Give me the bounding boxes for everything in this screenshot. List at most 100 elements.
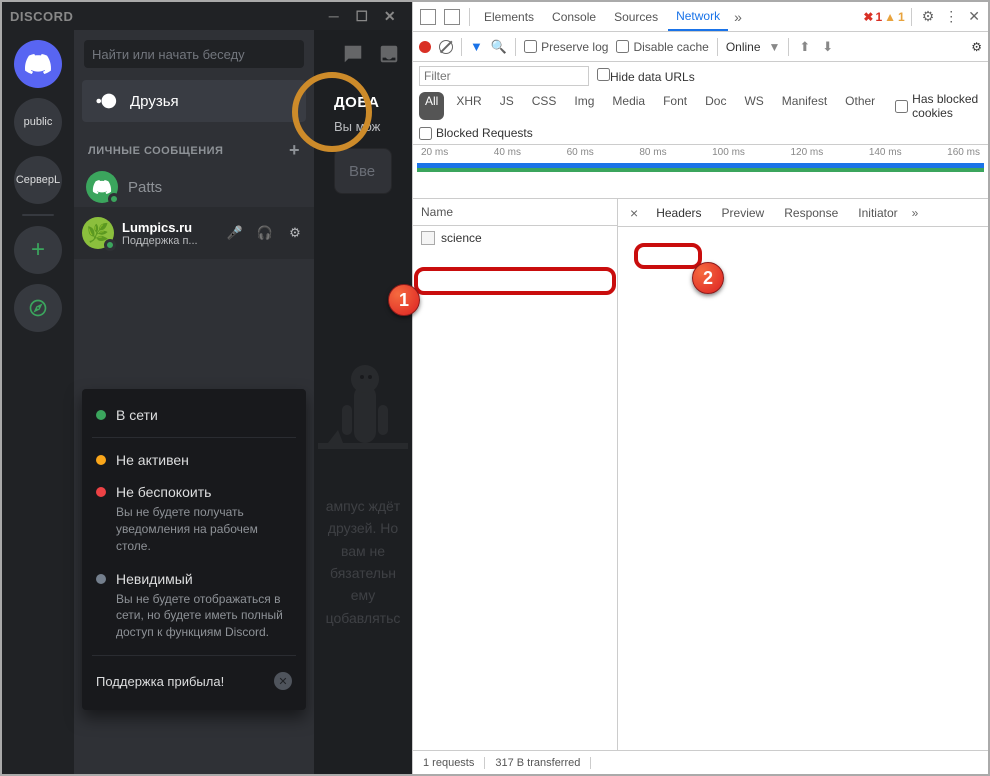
explore-button[interactable] bbox=[14, 284, 62, 332]
status-idle[interactable]: Не активен bbox=[82, 444, 306, 476]
app-title: DISCORD bbox=[10, 9, 73, 24]
detail-tabs: × Headers Preview Response Initiator » bbox=[618, 199, 988, 227]
filter-all[interactable]: All bbox=[419, 92, 444, 120]
footer-requests: 1 requests bbox=[413, 757, 485, 769]
discord-app: DISCORD ─ ☐ ✕ public СерверL + Найти или… bbox=[2, 2, 412, 774]
friends-icon bbox=[96, 90, 118, 112]
error-badge[interactable]: ✖1 bbox=[863, 10, 882, 24]
network-filter-bar: Hide data URLs All XHR JS CSS Img Media … bbox=[413, 62, 988, 145]
settings-icon[interactable]: ⚙ bbox=[284, 225, 306, 241]
blocked-cookies-checkbox[interactable]: Has blocked cookies bbox=[895, 92, 982, 120]
filter-doc[interactable]: Doc bbox=[699, 92, 732, 120]
status-menu: В сети Не активен Не беспокоить Вы не бу… bbox=[82, 389, 306, 710]
avatar bbox=[86, 171, 118, 203]
add-server-button[interactable]: + bbox=[14, 226, 62, 274]
close-detail-button[interactable]: × bbox=[622, 201, 646, 225]
upload-har-icon[interactable]: ⬆ bbox=[797, 39, 812, 55]
home-button[interactable] bbox=[14, 40, 62, 88]
user-panel: 🌿 Lumpics.ru Поддержка п... 🎤 🎧 ⚙ bbox=[74, 207, 314, 259]
channels-panel: Найти или начать беседу Друзья ЛИЧНЫЕ СО… bbox=[74, 30, 314, 774]
status-online[interactable]: В сети bbox=[82, 399, 306, 431]
detail-body bbox=[618, 227, 988, 750]
tab-sources[interactable]: Sources bbox=[606, 4, 666, 30]
filter-font[interactable]: Font bbox=[657, 92, 693, 120]
detail-tabs-more-icon[interactable]: » bbox=[908, 202, 923, 224]
idle-bullet-icon bbox=[96, 455, 106, 465]
footer-transferred: 317 B transferred bbox=[485, 757, 591, 769]
minimize-button[interactable]: ─ bbox=[320, 8, 348, 24]
tab-initiator[interactable]: Initiator bbox=[848, 200, 907, 226]
preserve-log-checkbox[interactable]: Preserve log bbox=[524, 40, 608, 54]
network-footer: 1 requests 317 B transferred bbox=[413, 750, 988, 774]
filter-js[interactable]: JS bbox=[494, 92, 520, 120]
tab-response[interactable]: Response bbox=[774, 200, 848, 226]
add-friend-input[interactable]: Вве bbox=[334, 148, 392, 194]
status-support[interactable]: Поддержка прибыла! ✕ bbox=[82, 662, 306, 700]
blocked-requests-checkbox[interactable]: Blocked Requests bbox=[419, 126, 533, 140]
download-har-icon[interactable]: ⬇ bbox=[820, 39, 835, 55]
disable-cache-checkbox[interactable]: Disable cache bbox=[616, 40, 708, 54]
devtools-panel: Elements Console Sources Network » ✖1 ▲1… bbox=[412, 2, 988, 774]
clear-button[interactable] bbox=[439, 40, 453, 54]
filter-img[interactable]: Img bbox=[568, 92, 600, 120]
device-toggle-icon[interactable] bbox=[444, 9, 460, 25]
user-status-dot bbox=[104, 239, 116, 251]
invisible-bullet-icon bbox=[96, 574, 106, 584]
devtools-tabs: Elements Console Sources Network » ✖1 ▲1… bbox=[413, 2, 988, 32]
close-icon[interactable]: ✕ bbox=[274, 672, 292, 690]
online-bullet-icon bbox=[96, 410, 106, 420]
tab-preview[interactable]: Preview bbox=[712, 200, 775, 226]
titlebar: DISCORD ─ ☐ ✕ bbox=[2, 2, 412, 30]
status-dnd[interactable]: Не беспокоить Вы не будете получать увед… bbox=[82, 476, 306, 562]
filter-manifest[interactable]: Manifest bbox=[776, 92, 833, 120]
user-avatar[interactable]: 🌿 bbox=[82, 217, 114, 249]
filter-other[interactable]: Other bbox=[839, 92, 881, 120]
create-dm-button[interactable]: + bbox=[289, 140, 300, 161]
mute-icon[interactable]: 🎤 bbox=[224, 225, 246, 241]
tab-headers[interactable]: Headers bbox=[646, 200, 711, 226]
tab-console[interactable]: Console bbox=[544, 4, 604, 30]
status-invisible[interactable]: Невидимый Вы не будете отображаться в се… bbox=[82, 563, 306, 649]
network-timeline[interactable]: 20 ms 40 ms 60 ms 80 ms 100 ms 120 ms 14… bbox=[413, 145, 988, 199]
request-row[interactable]: science bbox=[413, 226, 617, 250]
tab-network[interactable]: Network bbox=[668, 3, 728, 31]
guild-server[interactable]: СерверL bbox=[14, 156, 62, 204]
tutorial-ring bbox=[292, 72, 372, 152]
status-dot-online bbox=[108, 193, 120, 205]
devtools-close-icon[interactable]: ✕ bbox=[964, 4, 984, 29]
inspect-icon[interactable] bbox=[420, 9, 436, 25]
guild-public[interactable]: public bbox=[14, 98, 62, 146]
filter-media[interactable]: Media bbox=[606, 92, 651, 120]
record-button[interactable] bbox=[419, 41, 431, 53]
filter-toggle-icon[interactable]: ▼ bbox=[470, 39, 483, 54]
maximize-button[interactable]: ☐ bbox=[348, 8, 376, 25]
filter-css[interactable]: CSS bbox=[526, 92, 563, 120]
devtools-settings-icon[interactable]: ⚙ bbox=[918, 4, 939, 29]
filter-ws[interactable]: WS bbox=[738, 92, 769, 120]
request-detail: × Headers Preview Response Initiator » bbox=[618, 199, 988, 750]
close-button[interactable]: ✕ bbox=[376, 8, 404, 25]
dm-item[interactable]: Patts bbox=[74, 167, 314, 207]
discord-logo-icon bbox=[92, 180, 112, 194]
callout-number-1: 1 bbox=[388, 284, 420, 316]
name-header: Name bbox=[413, 199, 617, 226]
friends-tab[interactable]: Друзья bbox=[82, 80, 306, 122]
warning-badge[interactable]: ▲1 bbox=[884, 10, 905, 24]
file-icon bbox=[421, 231, 435, 245]
quick-search[interactable]: Найти или начать беседу bbox=[84, 40, 304, 68]
user-subtext: Поддержка п... bbox=[122, 235, 216, 247]
deafen-icon[interactable]: 🎧 bbox=[254, 225, 276, 241]
callout-box-2 bbox=[634, 243, 702, 269]
dm-header: ЛИЧНЫЕ СООБЩЕНИЯ + bbox=[74, 124, 314, 167]
devtools-menu-icon[interactable]: ⋮ bbox=[940, 4, 962, 29]
filter-input[interactable] bbox=[419, 66, 589, 86]
tabs-more-icon[interactable]: » bbox=[730, 5, 746, 29]
search-icon[interactable]: 🔍 bbox=[491, 39, 507, 55]
filter-xhr[interactable]: XHR bbox=[450, 92, 487, 120]
callout-box-1 bbox=[414, 267, 616, 295]
tab-elements[interactable]: Elements bbox=[476, 4, 542, 30]
throttling-select[interactable]: Online bbox=[726, 40, 761, 54]
network-settings-icon[interactable]: ⚙ bbox=[971, 40, 982, 54]
hide-data-urls-checkbox[interactable]: Hide data URLs bbox=[597, 68, 695, 84]
dnd-bullet-icon bbox=[96, 487, 106, 497]
